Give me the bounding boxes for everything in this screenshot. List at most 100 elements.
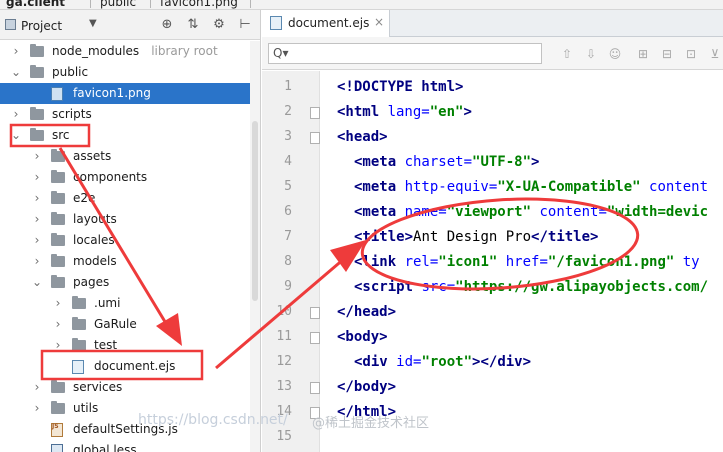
folder-icon (51, 380, 65, 393)
chevron-right-icon[interactable]: › (31, 398, 43, 419)
arrow-down-icon[interactable]: ⇩ (582, 45, 600, 63)
chevron-down-icon[interactable]: ⌄ (10, 125, 22, 146)
code-token: <html (337, 104, 388, 120)
watermark-brand: @稀土掘金技术社区 (312, 416, 430, 431)
search-icon[interactable]: Q▾ (273, 46, 288, 60)
code-token: "viewport" (446, 204, 532, 220)
code-token: html (421, 79, 456, 95)
tree-item[interactable]: document.ejs (0, 356, 250, 377)
breadcrumb-root[interactable]: ga.client (6, 0, 65, 9)
tree-item[interactable]: › layouts (0, 209, 250, 230)
fold-marker-icon[interactable] (310, 132, 320, 144)
project-panel-title[interactable]: Project (21, 19, 62, 33)
tree-item[interactable]: › .umi (0, 293, 250, 314)
tree-item[interactable]: ⌄ public (0, 62, 250, 83)
chevron-right-icon[interactable]: › (31, 188, 43, 209)
chevron-right-icon[interactable]: › (52, 314, 64, 335)
chevron-right-icon[interactable]: › (31, 167, 43, 188)
tree-item-label: locales (73, 233, 115, 247)
target-icon[interactable]: ⊕ (158, 16, 176, 34)
line-number: 3 (284, 129, 292, 144)
breadcrumb-file[interactable]: favicon1.png (160, 0, 238, 9)
folder-icon (30, 44, 44, 57)
tree-item[interactable]: ⌄ src (0, 125, 250, 146)
code-line: <html lang="en"> (337, 100, 472, 125)
gear-icon[interactable]: ⚙ (210, 16, 228, 34)
folder-icon (72, 296, 86, 309)
hide-icon[interactable]: ⊢ (236, 16, 254, 34)
code-line: <body> (337, 325, 388, 350)
chevron-right-icon[interactable]: › (31, 251, 43, 272)
tree-item[interactable]: › locales (0, 230, 250, 251)
tree-item[interactable]: › components (0, 167, 250, 188)
tree-item[interactable]: › models (0, 251, 250, 272)
tree-item-label: scripts (52, 107, 92, 121)
chevron-right-icon[interactable]: › (10, 41, 22, 62)
tree-item[interactable]: › test (0, 335, 250, 356)
close-icon[interactable]: × (374, 15, 384, 29)
code-token: content= (531, 204, 607, 220)
tree-item-label: favicon1.png (73, 86, 151, 100)
line-number: 8 (284, 254, 292, 269)
remove-occurrence-icon[interactable]: ⊟ (658, 45, 676, 63)
tree-item[interactable]: › e2e (0, 188, 250, 209)
find-usages-icon[interactable]: ☺ (606, 45, 624, 63)
tree-item-label: layouts (73, 212, 117, 226)
line-number: 11 (276, 329, 292, 344)
folder-icon (30, 128, 44, 141)
folder-icon (72, 338, 86, 351)
tree-item[interactable]: › services (0, 377, 250, 398)
tab-document-ejs[interactable]: document.ejs × (262, 10, 390, 37)
project-panel-header: Project ▼ ⊕ ⇅ ⚙ ⊢ (0, 10, 260, 40)
tree-item-label: models (73, 254, 117, 268)
chevron-down-icon[interactable]: ⌄ (31, 272, 43, 293)
chevron-right-icon[interactable]: › (10, 104, 22, 125)
fold-marker-icon[interactable] (310, 382, 320, 394)
chevron-right-icon[interactable]: › (31, 377, 43, 398)
fold-marker-icon[interactable] (310, 332, 320, 344)
project-panel: Project ▼ ⊕ ⇅ ⚙ ⊢ › node_modules library r… (0, 10, 261, 452)
code-token: <head> (337, 129, 388, 145)
breadcrumb-public[interactable]: public (100, 0, 136, 9)
chevron-down-icon[interactable]: ⌄ (10, 62, 22, 83)
tree-item[interactable]: ⌄ pages (0, 272, 250, 293)
tree-scrollbar-thumb[interactable] (252, 121, 258, 301)
tree-item[interactable]: › GaRule (0, 314, 250, 335)
tree-item[interactable]: global.less (0, 440, 250, 452)
ejs-file-icon (270, 16, 282, 30)
tree-item[interactable]: favicon1.png (0, 83, 250, 104)
tree-item-label: src (52, 128, 70, 142)
tree-scrollbar[interactable] (250, 41, 260, 452)
chevron-right-icon[interactable]: › (31, 230, 43, 251)
select-all-icon[interactable]: ⊡ (682, 45, 700, 63)
add-occurrence-icon[interactable]: ⊞ (634, 45, 652, 63)
folder-icon (30, 65, 44, 78)
line-number: 9 (284, 279, 292, 294)
folder-icon (51, 254, 65, 267)
search-input[interactable] (268, 43, 542, 64)
chevron-right-icon[interactable]: › (52, 293, 64, 314)
code-token: "UTF-8" (472, 154, 532, 170)
tree-item[interactable]: › assets (0, 146, 250, 167)
tree-item[interactable]: › node_modules library root (0, 41, 250, 62)
folder-icon (51, 275, 65, 288)
tree-item-label: GaRule (94, 317, 137, 331)
fold-marker-icon[interactable] (310, 307, 320, 319)
chevron-right-icon[interactable]: › (31, 209, 43, 230)
collapse-icon[interactable]: ⇅ (184, 16, 202, 34)
tree-item-label: assets (73, 149, 112, 163)
code-token: "icon1" (438, 254, 498, 270)
tree-item-label: components (73, 170, 148, 184)
chevron-down-icon[interactable]: ▼ (89, 18, 97, 29)
arrow-up-icon[interactable]: ⇧ (558, 45, 576, 63)
fold-marker-icon[interactable] (310, 107, 320, 119)
code-token: <body> (337, 329, 388, 345)
chevron-right-icon[interactable]: › (31, 146, 43, 167)
code-token: href= (497, 254, 548, 270)
code-token: > (455, 79, 464, 95)
filter-icon[interactable]: ⊻ (706, 45, 723, 63)
code-token: "/favicon1.png" (547, 254, 675, 270)
tree-item[interactable]: › scripts (0, 104, 250, 125)
chevron-right-icon[interactable]: › (52, 335, 64, 356)
code-token: "https://gw.alipayobjects.com/ (455, 279, 709, 295)
